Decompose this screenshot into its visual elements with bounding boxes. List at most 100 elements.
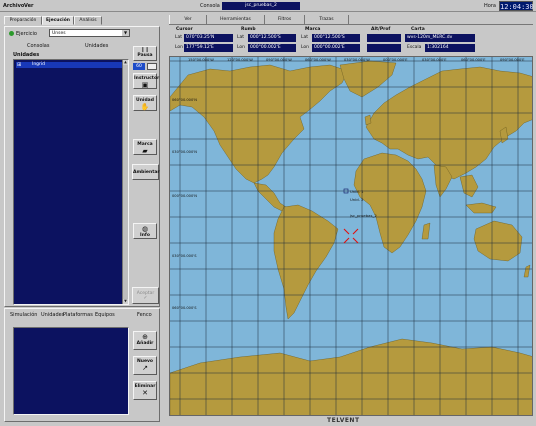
left-tick-label: 030°00.000'S (172, 254, 197, 258)
cursor-lon-label: Lon (175, 45, 184, 50)
btab-fenco[interactable]: Fenco (137, 312, 152, 318)
left-panel: Preparación Ejecución Análisis Ejercicio… (2, 14, 164, 424)
rumb-label: Rumb (241, 27, 256, 32)
add-icon: ⊕ (142, 333, 148, 341)
top-tick-label: 000°00.000'E (383, 58, 408, 62)
ejercicio-label: Ejercicio (16, 31, 37, 37)
tab-ejecucion[interactable]: Ejecución (42, 16, 74, 25)
marca-button[interactable]: Marca ▰ (133, 139, 157, 155)
world-map[interactable]: 150°00.000'W 120°00.000'W 090°00.000'W 060°… (170, 57, 533, 416)
left-tick-label: 000°00.000'N (172, 194, 197, 198)
ejercicio-select-value: Unses (52, 31, 66, 36)
left-tick-label: 060°00.000'N (172, 98, 197, 102)
top-tick-label: 060°00.000'W (305, 58, 331, 62)
unit-label-1: Unid. 1 (350, 189, 364, 194)
cursor-lat-label: Lat (175, 35, 183, 40)
unit-item-label: Ingrid (32, 62, 45, 67)
instructor-icon: ▣ (141, 81, 149, 89)
tab-herramientas[interactable]: Herramientas (207, 15, 265, 24)
tab-filtros[interactable]: Filtros (265, 15, 305, 24)
scroll-down-icon[interactable]: ▼ (123, 299, 128, 304)
ambientar-button[interactable]: Ambientar (132, 164, 160, 180)
tab-preparacion[interactable]: Preparación (4, 16, 42, 25)
left-tick-label: 060°00.000'S (172, 306, 197, 310)
anadir-button[interactable]: ⊕ Añadir (133, 331, 157, 350)
unit-label-3: jsc_pruebas_2 (349, 213, 377, 218)
readout-bar: Cursor Lat 070°03.25'N Lon 177°59.12'E R… (169, 26, 533, 56)
cursor-lat: 070°03.25'N (184, 34, 233, 42)
top-tick-label: 120°00.000'W (227, 58, 253, 62)
marca-lat: 000°12.500'S (312, 34, 360, 42)
alt-value-2 (367, 44, 401, 52)
consola-value: jsc_pruebas_2 (222, 2, 300, 10)
menubar: Archivo Ver Consola jsc_pruebas_2 Hora 1… (0, 0, 536, 12)
carta-label: Carta (411, 27, 425, 32)
ambientar-label: Ambientar (133, 170, 160, 175)
unidad-button[interactable]: Unidad ✋ (133, 95, 157, 111)
marca-lat-label: Lat (301, 35, 309, 40)
list-item[interactable]: ⊞ Ingrid (16, 62, 124, 68)
map-frame[interactable]: 150°00.000'W 120°00.000'W 090°00.000'W 060°… (169, 56, 533, 416)
btab-plataformas[interactable]: Plataformas (63, 312, 93, 318)
marca-lon-label: Lon (301, 45, 310, 50)
carta-value: wvs-120m_MERC.dv (405, 34, 475, 42)
info-button[interactable]: ◍ Info (133, 223, 157, 239)
tab-trazas[interactable]: Trazas (305, 15, 349, 24)
pausa-button[interactable]: ❙❙ Pausa (133, 46, 157, 61)
marca-icon: ▰ (142, 147, 148, 155)
left-tick-label: 030°00.000'N (172, 150, 197, 154)
top-panel-frame: Ejercicio Unses ▼ Consolas Unidades Unid… (4, 26, 160, 307)
btab-unidades[interactable]: Unidades (41, 312, 64, 318)
bottom-list[interactable] (13, 327, 129, 415)
top-tick-label: 030°00.000'E (422, 58, 447, 62)
units-list[interactable]: ⊞ Ingrid ▲ ▼ (13, 59, 129, 305)
rumb-lat-label: Lat (237, 35, 245, 40)
cursor-lon: 177°59.12'E (184, 44, 233, 52)
right-panel: Ver Herramientas Filtros Trazas Cursor L… (167, 14, 536, 426)
list-scrollbar[interactable]: ▲ ▼ (122, 60, 128, 304)
btab-equipos[interactable]: Equipos (95, 312, 115, 318)
new-icon: ↗ (142, 364, 148, 372)
aceptar-button[interactable]: Aceptar ✓ (132, 287, 159, 304)
alt-value (367, 34, 401, 42)
scroll-up-icon[interactable]: ▲ (123, 60, 128, 65)
section-consolas[interactable]: Consolas (27, 43, 49, 49)
section-unidades[interactable]: Unidades (85, 43, 108, 49)
chevron-down-icon: ▼ (122, 30, 129, 36)
rumb-lon: 000°00.002'E (248, 44, 296, 52)
speed-display[interactable]: 60 (133, 63, 145, 70)
info-label: Info (140, 233, 150, 238)
unidad-icon: ✋ (140, 103, 150, 111)
rumb-lon-label: Lon (237, 45, 246, 50)
speed-toggle[interactable] (147, 63, 157, 70)
rumb-lat: 000°12.500'S (248, 34, 296, 42)
ejercicio-select[interactable]: Unses ▼ (49, 29, 130, 37)
btab-simulacion[interactable]: Simulación (10, 312, 37, 318)
escala-value: 1:302164 (425, 44, 475, 52)
top-ticks: 150°00.000'W 120°00.000'W 090°00.000'W 060°… (188, 58, 525, 62)
unit-icon: ⊞ (17, 62, 22, 68)
top-tick-label: 090°00.000'E (500, 58, 525, 62)
tab-analisis[interactable]: Análisis (74, 16, 102, 25)
units-header: Unidades (13, 52, 40, 58)
anadir-label: Añadir (136, 341, 154, 346)
menu-ver[interactable]: Ver (24, 3, 33, 9)
pausa-label: Pausa (137, 53, 153, 58)
bottom-panel-frame: Simulación Unidades Plataformas Equipos … (4, 308, 160, 422)
top-tick-label: 030°00.000'W (344, 58, 370, 62)
tab-ver[interactable]: Ver (169, 15, 207, 24)
clock: 12:04:30 (499, 1, 534, 11)
nuevo-button[interactable]: Nuevo ↗ (133, 356, 157, 375)
menu-archivo[interactable]: Archivo (3, 3, 24, 9)
marca-lon: 000°00.002'E (312, 44, 360, 52)
top-tick-label: 090°00.000'W (266, 58, 292, 62)
instructor-button[interactable]: Instructor ▣ (133, 73, 159, 89)
escala-label: Escala (407, 45, 422, 50)
info-icon: ◍ (141, 225, 149, 233)
cursor-label: Cursor (176, 27, 193, 32)
right-top-tabs: Ver Herramientas Filtros Trazas (169, 15, 533, 25)
eliminar-button[interactable]: Eliminar ✕ (133, 381, 157, 400)
check-icon: ✓ (143, 295, 148, 301)
ejercicio-icon (9, 31, 14, 36)
unit-label-2: Unid. 2 (350, 197, 364, 202)
